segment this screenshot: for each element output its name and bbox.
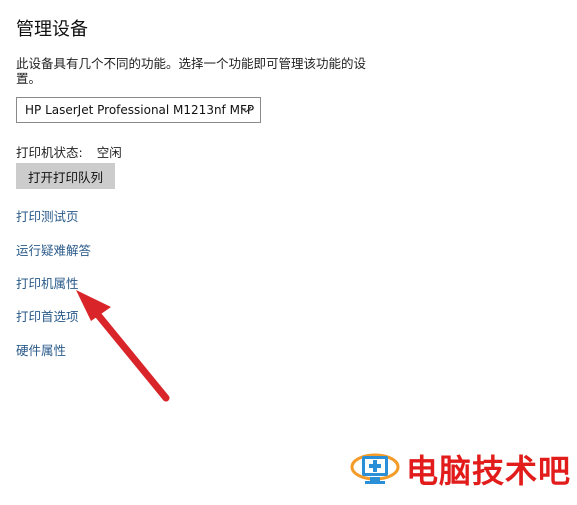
device-select-value: HP LaserJet Professional M1213nf MFP [25,103,255,117]
link-printer-properties[interactable]: 打印机属性 [16,273,79,292]
page-description: 此设备具有几个不同的功能。选择一个功能即可管理该功能的设置。 [16,56,367,86]
link-hardware-properties[interactable]: 硬件属性 [16,340,66,359]
printer-status-value: 空闲 [96,145,122,160]
printer-status-label: 打印机状态: [16,145,83,160]
watermark-text: 电脑技术吧 [405,452,571,490]
chevron-down-icon [240,106,252,113]
annotation-arrow-head [76,290,111,321]
link-print-test-page[interactable]: 打印测试页 [16,206,79,225]
link-run-troubleshooter[interactable]: 运行疑难解答 [16,240,91,259]
device-select[interactable]: HP LaserJet Professional M1213nf MFP [16,97,261,123]
page-title: 管理设备 [16,19,88,40]
watermark: 电脑技术吧 [350,447,571,491]
monitor-plus-icon [350,453,400,484]
link-printing-preferences[interactable]: 打印首选项 [16,306,79,325]
open-print-queue-button[interactable]: 打开打印队列 [16,163,115,189]
annotation-arrow-shaft [90,306,170,402]
printer-status-row: 打印机状态: 空闲 [16,142,122,161]
